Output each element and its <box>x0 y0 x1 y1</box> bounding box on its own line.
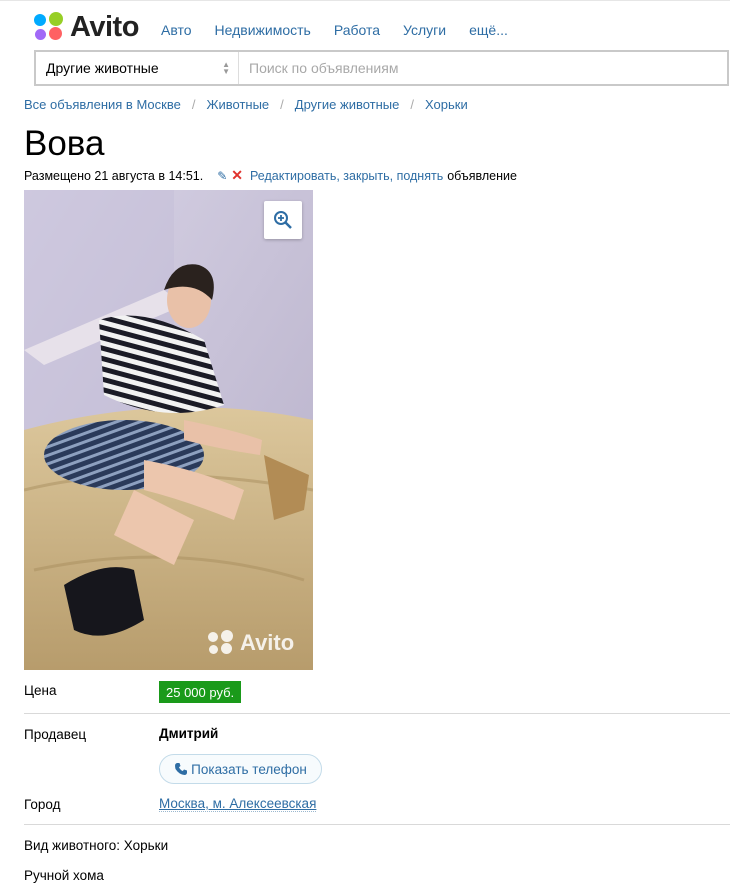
breadcrumb-separator: / <box>280 97 284 112</box>
watermark-text: Avito <box>240 630 295 655</box>
listing-photo[interactable]: Avito <box>24 190 313 670</box>
breadcrumb-separator: / <box>191 97 196 112</box>
photo-image <box>24 190 313 670</box>
price-badge: 25 000 руб. <box>159 681 242 703</box>
seller-name: Дмитрий <box>159 726 219 741</box>
posted-date: Размещено 21 августа в 14:51. <box>24 168 204 183</box>
select-arrows-icon: ▲ ▼ <box>222 60 230 76</box>
category-select[interactable]: Другие животные ▲ ▼ <box>36 52 239 84</box>
logo-text: Avito <box>70 10 139 43</box>
photo-watermark: Avito <box>208 630 294 656</box>
avito-logo-icon <box>34 12 64 42</box>
avito-watermark-icon <box>208 630 234 656</box>
pencil-icon[interactable]: ✎ <box>217 169 227 183</box>
main-nav: Авто Недвижимость Работа Услуги ещё... <box>161 22 531 38</box>
description-line: Ручной хома <box>24 868 104 883</box>
top-border <box>0 0 730 1</box>
divider <box>24 713 730 714</box>
zoom-in-icon <box>274 211 292 229</box>
nav-item-more[interactable]: ещё... <box>469 22 508 38</box>
nav-item-realty[interactable]: Недвижимость <box>215 22 311 38</box>
nav-item-jobs[interactable]: Работа <box>334 22 380 38</box>
close-icon[interactable]: ✕ <box>231 167 243 184</box>
city-link[interactable]: Москва, м. Алексеевская <box>159 796 317 812</box>
price-label: Цена <box>24 683 57 698</box>
breadcrumb: Все объявления в Москве / Животные / Дру… <box>24 97 468 112</box>
edit-listing-link[interactable]: Редактировать, закрыть, поднять <box>250 169 443 183</box>
breadcrumb-all-moscow[interactable]: Все объявления в Москве <box>24 97 181 112</box>
city-label: Город <box>24 797 61 812</box>
category-select-value: Другие животные <box>46 60 159 76</box>
phone-icon <box>175 763 188 775</box>
search-input[interactable]: Поиск по объявлениям <box>239 52 727 84</box>
listing-meta: Размещено 21 августа в 14:51. ✎ ✕ Редакт… <box>24 167 517 184</box>
edit-link-tail: объявление <box>447 168 517 183</box>
seller-label: Продавец <box>24 727 87 742</box>
show-phone-button[interactable]: Показать телефон <box>159 754 322 784</box>
listing-title: Вова <box>24 124 105 163</box>
search-bar: Другие животные ▲ ▼ Поиск по объявлениям <box>34 50 729 86</box>
breadcrumb-separator: / <box>410 97 415 112</box>
nav-item-auto[interactable]: Авто <box>161 22 192 38</box>
avito-logo[interactable]: Avito <box>34 11 139 43</box>
search-placeholder: Поиск по объявлениям <box>249 60 399 76</box>
show-phone-label: Показать телефон <box>191 761 307 777</box>
breadcrumb-other-animals[interactable]: Другие животные <box>295 97 400 112</box>
breadcrumb-ferrets[interactable]: Хорьки <box>425 97 468 112</box>
zoom-button[interactable] <box>264 201 302 239</box>
nav-item-services[interactable]: Услуги <box>403 22 446 38</box>
breadcrumb-animals[interactable]: Животные <box>206 97 269 112</box>
divider <box>24 824 730 825</box>
description-line: Вид животного: Хорьки <box>24 838 169 853</box>
